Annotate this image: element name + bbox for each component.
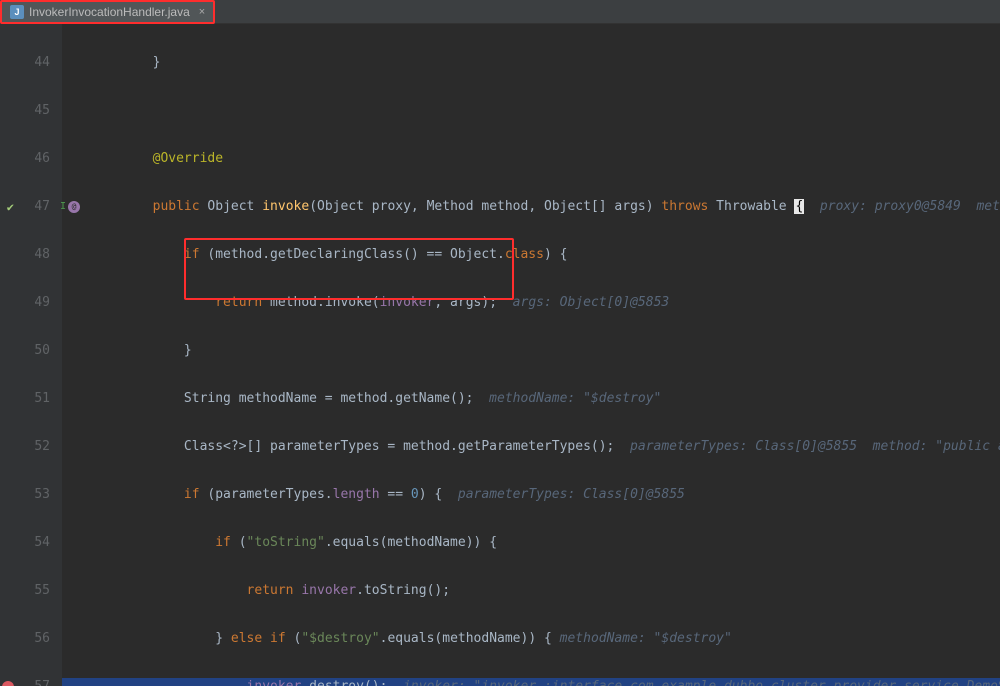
editor-tab-bar: J InvokerInvocationHandler.java ×	[0, 0, 1000, 24]
code-line: return method.invoke(invoker, args); arg…	[62, 294, 1000, 312]
line-number: 53	[0, 486, 50, 504]
line-number: 45	[0, 102, 50, 120]
line-number: 51	[0, 390, 50, 408]
code-line: if (method.getDeclaringClass() == Object…	[62, 246, 1000, 264]
code-line-current: invoker.destroy(); invoker: "invoker :in…	[62, 678, 1000, 686]
code-line: if (parameterTypes.length == 0) { parame…	[62, 486, 1000, 504]
line-number: 56	[0, 630, 50, 648]
code-line: return invoker.toString();	[62, 582, 1000, 600]
code-line	[62, 102, 1000, 120]
code-editor[interactable]: 44 45 46 47 ✔ I @ 48 49 50 51 52 53 54 5…	[0, 24, 1000, 686]
code-line: }	[62, 54, 1000, 72]
line-number: 47 ✔ I @	[0, 198, 50, 216]
code-line: if ("toString".equals(methodName)) {	[62, 534, 1000, 552]
line-number: 57	[0, 678, 50, 686]
line-number-gutter: 44 45 46 47 ✔ I @ 48 49 50 51 52 53 54 5…	[0, 24, 62, 686]
line-number: 54	[0, 534, 50, 552]
run-marker-icon[interactable]: ✔	[2, 201, 14, 213]
code-line: Class<?>[] parameterTypes = method.getPa…	[62, 438, 1000, 456]
line-number: 44	[0, 54, 50, 72]
line-number: 55	[0, 582, 50, 600]
code-line: } else if ("$destroy".equals(methodName)…	[62, 630, 1000, 648]
breakpoint-icon[interactable]	[2, 681, 14, 686]
code-line: String methodName = method.getName(); me…	[62, 390, 1000, 408]
java-file-icon: J	[10, 5, 24, 19]
file-tab-label: InvokerInvocationHandler.java	[29, 5, 190, 19]
code-area[interactable]: } @Override public Object invoke(Object …	[62, 24, 1000, 686]
code-line: public Object invoke(Object proxy, Metho…	[62, 198, 1000, 216]
code-line: @Override	[62, 150, 1000, 168]
close-tab-icon[interactable]: ×	[199, 6, 205, 18]
line-number: 52	[0, 438, 50, 456]
line-number: 46	[0, 150, 50, 168]
file-tab[interactable]: J InvokerInvocationHandler.java ×	[0, 0, 215, 24]
line-number: 48	[0, 246, 50, 264]
line-number: 50	[0, 342, 50, 360]
code-line: }	[62, 342, 1000, 360]
line-number: 49	[0, 294, 50, 312]
